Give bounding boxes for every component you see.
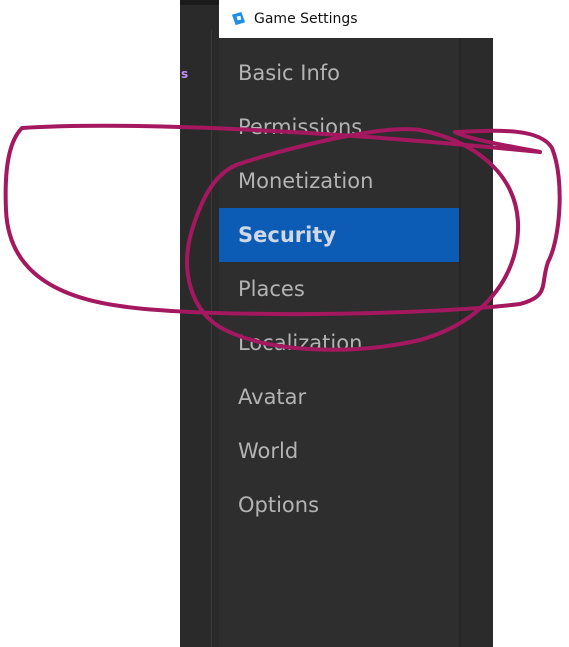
sidebar-item-monetization[interactable]: Monetization	[219, 154, 459, 208]
settings-content-pane	[461, 38, 493, 647]
sidebar-item-permissions[interactable]: Permissions	[219, 100, 459, 154]
sidebar-item-world[interactable]: World	[219, 424, 459, 478]
window-title: Game Settings	[254, 11, 358, 27]
sidebar-item-options[interactable]: Options	[219, 478, 459, 532]
sidebar-item-basic-info[interactable]: Basic Info	[219, 46, 459, 100]
screenshot-stage: s Game Settings Basic Info Permissions M…	[0, 0, 569, 647]
sidebar-item-places[interactable]: Places	[219, 262, 459, 316]
roblox-studio-logo-icon	[231, 11, 246, 26]
settings-sidebar: Basic Info Permissions Monetization Secu…	[219, 38, 459, 647]
game-settings-window: Game Settings Basic Info Permissions Mon…	[219, 0, 493, 647]
settings-nav-list: Basic Info Permissions Monetization Secu…	[219, 46, 459, 532]
sidebar-item-avatar[interactable]: Avatar	[219, 370, 459, 424]
sidebar-item-localization[interactable]: Localization	[219, 316, 459, 370]
background-pane-topbar	[180, 0, 220, 5]
background-label-fragment: s	[181, 67, 189, 81]
sidebar-item-security[interactable]: Security	[219, 208, 459, 262]
background-pane-divider	[211, 30, 212, 647]
background-studio-pane	[180, 0, 220, 647]
title-bar[interactable]: Game Settings	[219, 0, 493, 38]
